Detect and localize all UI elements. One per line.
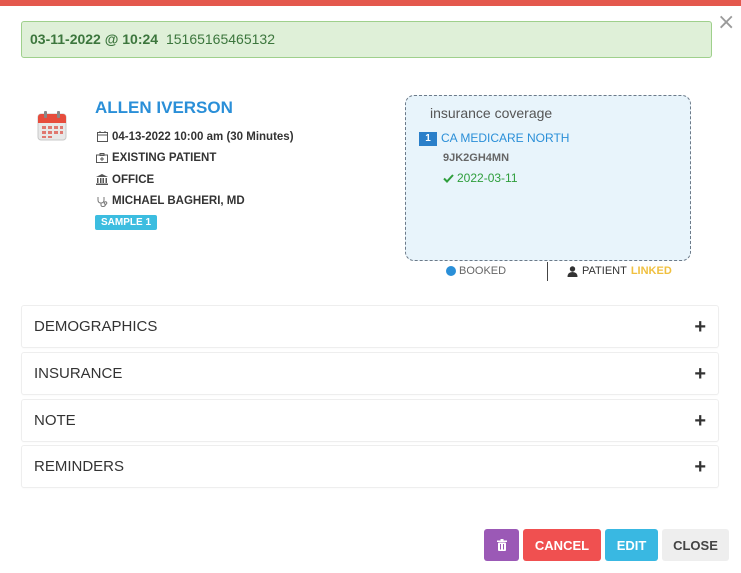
insurance-verified-date: 2022-03-11 xyxy=(457,171,518,185)
section-insurance[interactable]: INSURANCE + xyxy=(21,352,719,395)
check-icon xyxy=(443,173,454,183)
patient-label: PATIENT xyxy=(582,265,627,277)
status-divider xyxy=(547,262,548,281)
cancel-button[interactable]: CANCEL xyxy=(523,529,601,561)
location: OFFICE xyxy=(112,173,155,186)
booking-status-label: BOOKED xyxy=(459,265,507,277)
appointment-time-row: 04-13-2022 10:00 am (30 Minutes) xyxy=(95,126,385,148)
close-icon[interactable]: × xyxy=(717,12,735,34)
insurance-plan-link[interactable]: CA MEDICARE NORTH xyxy=(441,131,569,145)
booking-status: BOOKED xyxy=(446,265,506,277)
patient-name-link[interactable]: ALLEN IVERSON xyxy=(95,98,385,118)
provider-row: MICHAEL BAGHERI, MD xyxy=(95,191,385,213)
appointment-details: ALLEN IVERSON 04-13-2022 10:00 am (30 Mi… xyxy=(95,98,385,230)
insurance-panel-title: insurance coverage xyxy=(430,105,553,121)
delete-button[interactable] xyxy=(484,529,519,561)
alert-datetime: 03-11-2022 @ 10:24 xyxy=(30,31,159,47)
visit-type: EXISTING PATIENT xyxy=(112,152,217,165)
appointment-time: 04-13-2022 10:00 am (30 Minutes) xyxy=(112,130,294,143)
status-dot-icon xyxy=(446,266,456,276)
section-label: INSURANCE xyxy=(34,365,123,382)
close-button[interactable]: CLOSE xyxy=(662,529,729,561)
section-demographics[interactable]: DEMOGRAPHICS + xyxy=(21,305,719,348)
patient-link-status: PATIENT LINKED xyxy=(567,265,672,277)
edit-button[interactable]: EDIT xyxy=(605,529,658,561)
expand-plus-icon[interactable]: + xyxy=(694,317,706,337)
medkit-icon xyxy=(95,153,109,164)
calendar-icon xyxy=(36,110,68,142)
expand-plus-icon[interactable]: + xyxy=(694,364,706,384)
status-row: BOOKED PATIENT LINKED xyxy=(405,262,691,282)
institution-icon xyxy=(95,174,109,186)
user-icon xyxy=(567,265,578,277)
section-note[interactable]: NOTE + xyxy=(21,399,719,442)
insurance-rank-badge: 1 xyxy=(419,132,437,146)
expand-plus-icon[interactable]: + xyxy=(694,457,706,477)
section-reminders[interactable]: REMINDERS + xyxy=(21,445,719,488)
top-stripe xyxy=(0,0,741,6)
patient-linked-state: LINKED xyxy=(630,265,672,277)
success-alert: 03-11-2022 @ 10:24 15165165465132 xyxy=(21,21,712,58)
insurance-coverage-panel: insurance coverage 1 CA MEDICARE NORTH 9… xyxy=(405,95,691,261)
insurance-verified: 2022-03-11 xyxy=(443,171,518,185)
trash-icon xyxy=(496,539,507,551)
section-label: REMINDERS xyxy=(34,458,125,475)
visit-type-row: EXISTING PATIENT xyxy=(95,148,385,170)
insurance-member-id: 9JK2GH4MN xyxy=(443,152,510,164)
section-label: NOTE xyxy=(34,412,76,429)
section-label: DEMOGRAPHICS xyxy=(34,318,158,335)
appointment-tag-badge: SAMPLE 1 xyxy=(95,215,158,230)
expand-plus-icon[interactable]: + xyxy=(694,411,706,431)
provider: MICHAEL BAGHERI, MD xyxy=(112,195,245,208)
alert-code: 15165165465132 xyxy=(165,31,275,47)
location-row: OFFICE xyxy=(95,169,385,191)
stethoscope-icon xyxy=(95,196,109,207)
calendar-small-icon xyxy=(95,131,109,143)
